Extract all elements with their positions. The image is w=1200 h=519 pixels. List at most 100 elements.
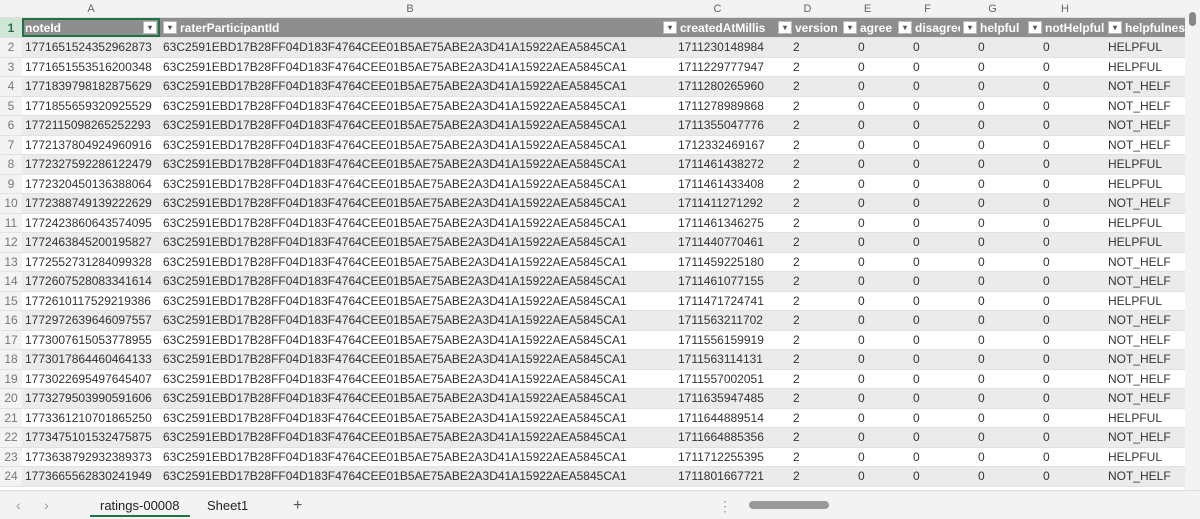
- table-cell[interactable]: 1771839798182875629: [22, 77, 160, 96]
- table-cell[interactable]: 1711712255395: [660, 448, 775, 467]
- table-cell[interactable]: 0: [1025, 448, 1105, 467]
- table-cell[interactable]: 0: [960, 233, 1025, 252]
- table-cell[interactable]: 0: [840, 272, 895, 291]
- table-cell[interactable]: 1772423860643574095: [22, 214, 160, 233]
- table-cell[interactable]: 0: [840, 389, 895, 408]
- header-cell[interactable]: ▾ version: [775, 18, 840, 37]
- tab-ratings-00008[interactable]: ratings-00008: [90, 495, 190, 517]
- table-cell[interactable]: 0: [895, 77, 960, 96]
- table-cell[interactable]: 63C2591EBD17B28FF04D183F4764CEE01B5AE75A…: [160, 97, 660, 116]
- table-cell[interactable]: 0: [840, 155, 895, 174]
- table-cell[interactable]: 0: [895, 409, 960, 428]
- table-cell[interactable]: 1711280265960: [660, 77, 775, 96]
- row-number[interactable]: 18: [0, 350, 22, 369]
- table-cell[interactable]: 1773638792932389373: [22, 448, 160, 467]
- table-cell[interactable]: 63C2591EBD17B28FF04D183F4764CEE01B5AE75A…: [160, 253, 660, 272]
- table-cell[interactable]: 0: [895, 58, 960, 77]
- table-cell[interactable]: 2: [775, 389, 840, 408]
- table-cell[interactable]: 63C2591EBD17B28FF04D183F4764CEE01B5AE75A…: [160, 116, 660, 135]
- table-cell[interactable]: 2: [775, 136, 840, 155]
- table-cell[interactable]: 2: [775, 58, 840, 77]
- table-cell[interactable]: 1711440770461: [660, 233, 775, 252]
- table-cell[interactable]: 63C2591EBD17B28FF04D183F4764CEE01B5AE75A…: [160, 194, 660, 213]
- table-cell[interactable]: 0: [895, 467, 960, 486]
- table-cell[interactable]: 0: [1025, 409, 1105, 428]
- table-cell[interactable]: 63C2591EBD17B28FF04D183F4764CEE01B5AE75A…: [160, 467, 660, 486]
- table-cell[interactable]: 0: [1025, 214, 1105, 233]
- table-cell[interactable]: 0: [960, 272, 1025, 291]
- table-cell[interactable]: 1772552731284099328: [22, 253, 160, 272]
- more-options-icon[interactable]: ⋮: [718, 498, 732, 515]
- table-cell[interactable]: 1772463845200195827: [22, 233, 160, 252]
- table-cell[interactable]: NOT_HELF: [1105, 350, 1185, 369]
- column-letter[interactable]: [1105, 0, 1185, 17]
- table-cell[interactable]: 0: [895, 155, 960, 174]
- table-cell[interactable]: 0: [895, 428, 960, 447]
- table-cell[interactable]: 1711471724741: [660, 292, 775, 311]
- table-cell[interactable]: 1711635947485: [660, 389, 775, 408]
- table-cell[interactable]: 2: [775, 272, 840, 291]
- column-letter[interactable]: C: [660, 0, 775, 17]
- table-cell[interactable]: 1773017864460464133: [22, 350, 160, 369]
- row-number[interactable]: 7: [0, 135, 22, 154]
- table-cell[interactable]: 0: [840, 409, 895, 428]
- table-cell[interactable]: 0: [1025, 253, 1105, 272]
- table-cell[interactable]: 0: [895, 311, 960, 330]
- table-cell[interactable]: 2: [775, 155, 840, 174]
- row-number[interactable]: 13: [0, 252, 22, 271]
- table-cell[interactable]: NOT_HELF: [1105, 194, 1185, 213]
- column-letter[interactable]: A: [22, 0, 160, 17]
- table-cell[interactable]: 0: [960, 428, 1025, 447]
- table-cell[interactable]: 0: [1025, 155, 1105, 174]
- table-cell[interactable]: 0: [1025, 194, 1105, 213]
- filter-dropdown-icon[interactable]: ▾: [778, 21, 792, 34]
- table-cell[interactable]: 0: [895, 272, 960, 291]
- table-cell[interactable]: 0: [840, 292, 895, 311]
- table-cell[interactable]: 1711461438272: [660, 155, 775, 174]
- table-cell[interactable]: 0: [1025, 136, 1105, 155]
- table-cell[interactable]: 0: [895, 194, 960, 213]
- table-cell[interactable]: NOT_HELF: [1105, 136, 1185, 155]
- horizontal-scrollbar[interactable]: [735, 500, 1185, 510]
- vertical-scrollbar[interactable]: [1185, 0, 1200, 490]
- filter-dropdown-icon[interactable]: ▾: [898, 21, 912, 34]
- filter-dropdown-icon[interactable]: ▾: [1028, 21, 1042, 34]
- table-cell[interactable]: 0: [960, 214, 1025, 233]
- table-cell[interactable]: NOT_HELF: [1105, 253, 1185, 272]
- table-cell[interactable]: 0: [840, 58, 895, 77]
- table-cell[interactable]: 63C2591EBD17B28FF04D183F4764CEE01B5AE75A…: [160, 233, 660, 252]
- table-cell[interactable]: 2: [775, 175, 840, 194]
- header-cell[interactable]: ▾ helpfulnes: [1105, 18, 1185, 37]
- row-number[interactable]: 15: [0, 291, 22, 310]
- table-cell[interactable]: 63C2591EBD17B28FF04D183F4764CEE01B5AE75A…: [160, 370, 660, 389]
- table-cell[interactable]: 0: [1025, 116, 1105, 135]
- column-letter[interactable]: D: [775, 0, 840, 17]
- table-cell[interactable]: 0: [1025, 38, 1105, 57]
- table-cell[interactable]: 0: [895, 331, 960, 350]
- row-number[interactable]: 12: [0, 233, 22, 252]
- row-number[interactable]: 3: [0, 57, 22, 76]
- table-cell[interactable]: 0: [895, 233, 960, 252]
- table-cell[interactable]: 63C2591EBD17B28FF04D183F4764CEE01B5AE75A…: [160, 448, 660, 467]
- table-cell[interactable]: 0: [960, 370, 1025, 389]
- row-number[interactable]: 9: [0, 174, 22, 193]
- table-cell[interactable]: 1711278989868: [660, 97, 775, 116]
- table-cell[interactable]: 63C2591EBD17B28FF04D183F4764CEE01B5AE75A…: [160, 136, 660, 155]
- table-cell[interactable]: 0: [840, 116, 895, 135]
- table-cell[interactable]: 63C2591EBD17B28FF04D183F4764CEE01B5AE75A…: [160, 389, 660, 408]
- table-cell[interactable]: 2: [775, 467, 840, 486]
- table-cell[interactable]: NOT_HELF: [1105, 77, 1185, 96]
- table-cell[interactable]: 0: [840, 428, 895, 447]
- row-number[interactable]: 8: [0, 155, 22, 174]
- row-number[interactable]: 10: [0, 194, 22, 213]
- table-cell[interactable]: 2: [775, 428, 840, 447]
- table-cell[interactable]: 63C2591EBD17B28FF04D183F4764CEE01B5AE75A…: [160, 311, 660, 330]
- table-cell[interactable]: 1772610117529219386: [22, 292, 160, 311]
- table-cell[interactable]: 2: [775, 448, 840, 467]
- table-cell[interactable]: 0: [960, 409, 1025, 428]
- table-cell[interactable]: 0: [1025, 389, 1105, 408]
- table-cell[interactable]: 0: [840, 194, 895, 213]
- table-cell[interactable]: 0: [960, 311, 1025, 330]
- table-cell[interactable]: 0: [1025, 175, 1105, 194]
- filter-dropdown-icon[interactable]: ▾: [143, 21, 157, 34]
